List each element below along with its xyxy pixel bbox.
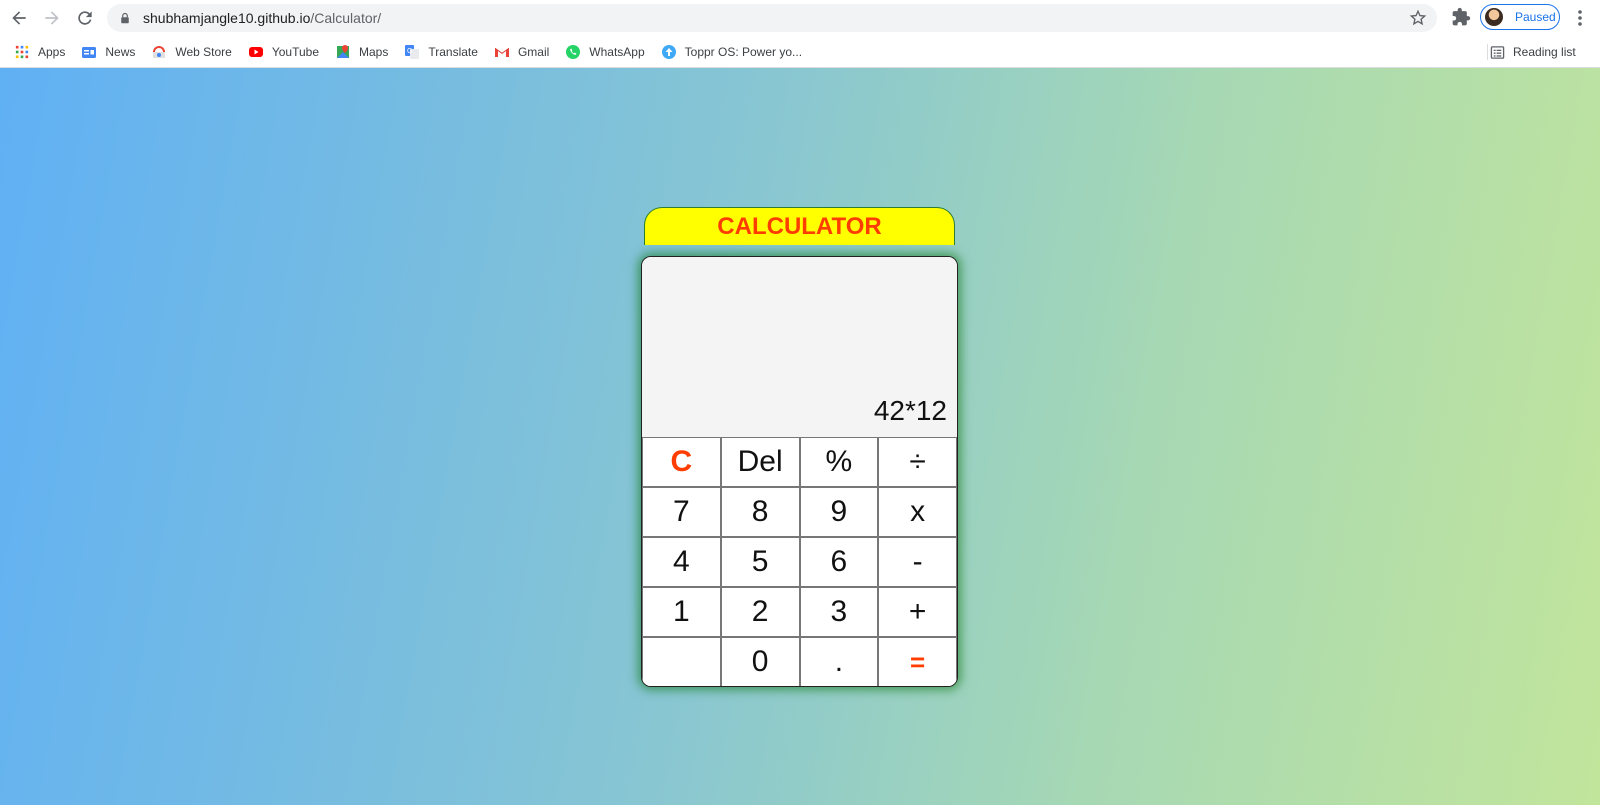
- bookmark-maps[interactable]: Maps: [329, 40, 394, 64]
- calculator-display: 42*12: [642, 257, 957, 437]
- divide-button[interactable]: ÷: [878, 437, 957, 487]
- reading-list-label: Reading list: [1513, 45, 1576, 59]
- subtract-button[interactable]: -: [878, 537, 957, 587]
- reload-icon: [78, 11, 92, 25]
- bookmark-apps[interactable]: Apps: [8, 40, 71, 64]
- bookmark-news[interactable]: News: [75, 40, 141, 64]
- percent-button[interactable]: %: [799, 437, 879, 487]
- browser-toolbar: shubhamjangle10.github.io/Calculator/ Pa…: [0, 0, 1600, 36]
- lock-icon: [119, 11, 133, 25]
- svg-text:G: G: [407, 48, 412, 55]
- calculator-title: CALCULATOR: [644, 207, 955, 245]
- bookmarks-bar: Apps News Web Store YouTube Maps G Trans…: [0, 36, 1600, 68]
- bookmark-label: YouTube: [271, 44, 320, 59]
- google-news-icon: [81, 44, 97, 60]
- keypad: C Del % ÷ 7 8 9 x 4 5 6 - 1 2 3 + 0 . =: [642, 437, 957, 686]
- add-button[interactable]: +: [878, 587, 957, 637]
- web-store-icon: [151, 44, 167, 60]
- digit-8-button[interactable]: 8: [720, 487, 800, 537]
- bookmark-label: Apps: [38, 44, 66, 59]
- whatsapp-icon: [565, 44, 581, 60]
- forward-arrow-icon: [45, 11, 59, 25]
- calculator-body: 42*12 C Del % ÷ 7 8 9 x 4 5 6 - 1 2 3 + …: [641, 256, 958, 687]
- apps-grid-icon: [14, 44, 30, 60]
- reload-button[interactable]: [71, 4, 99, 32]
- url-text: shubhamjangle10.github.io/Calculator/: [143, 10, 381, 26]
- maps-icon: [335, 44, 351, 60]
- bookmark-label: News: [105, 44, 136, 59]
- digit-9-button[interactable]: 9: [799, 487, 879, 537]
- profile-button[interactable]: Paused: [1480, 4, 1560, 30]
- reading-list-button[interactable]: Reading list: [1490, 40, 1576, 64]
- forward-button[interactable]: [38, 4, 66, 32]
- bookmark-label: WhatsApp: [589, 44, 645, 59]
- address-bar[interactable]: shubhamjangle10.github.io/Calculator/: [107, 4, 1437, 32]
- avatar: [1485, 8, 1503, 26]
- bookmark-label: Web Store: [175, 44, 232, 59]
- clear-button[interactable]: C: [642, 437, 721, 487]
- bookmark-web-store[interactable]: Web Store: [145, 40, 237, 64]
- bookmark-label: Toppr OS: Power yo...: [684, 44, 803, 59]
- bookmark-label: Maps: [359, 44, 389, 59]
- multiply-button[interactable]: x: [878, 487, 957, 537]
- extensions-puzzle-icon[interactable]: [1451, 7, 1471, 27]
- digit-5-button[interactable]: 5: [720, 537, 800, 587]
- profile-status: Paused: [1515, 10, 1556, 24]
- digit-0-button[interactable]: 0: [720, 637, 800, 686]
- blank-key[interactable]: [642, 637, 721, 686]
- url-path: /Calculator/: [310, 10, 382, 26]
- bookmark-translate[interactable]: G Translate: [398, 40, 484, 64]
- url-host: shubhamjangle10.github.io: [143, 10, 311, 26]
- display-value: 42*12: [873, 395, 947, 426]
- bookmarks-divider: [1487, 44, 1488, 60]
- reading-list-icon: [1490, 45, 1505, 60]
- bookmark-label: Translate: [428, 44, 478, 59]
- bookmark-star-icon[interactable]: [1409, 9, 1427, 27]
- translate-icon: G: [404, 44, 420, 60]
- digit-3-button[interactable]: 3: [799, 587, 879, 637]
- bookmark-toppr[interactable]: Toppr OS: Power yo...: [655, 40, 808, 64]
- digit-1-button[interactable]: 1: [642, 587, 721, 637]
- digit-6-button[interactable]: 6: [799, 537, 879, 587]
- bookmark-youtube[interactable]: YouTube: [242, 40, 325, 64]
- gmail-icon: [494, 44, 510, 60]
- youtube-icon: [248, 44, 264, 60]
- more-menu-icon[interactable]: [1572, 8, 1588, 28]
- digit-7-button[interactable]: 7: [642, 487, 721, 537]
- back-button[interactable]: [5, 4, 33, 32]
- digit-2-button[interactable]: 2: [720, 587, 800, 637]
- toppr-icon: [661, 44, 677, 60]
- bookmark-gmail[interactable]: Gmail: [488, 40, 555, 64]
- page-background: CALCULATOR 42*12 C Del % ÷ 7 8 9 x 4 5 6…: [0, 68, 1600, 805]
- decimal-button[interactable]: .: [799, 637, 879, 686]
- bookmark-whatsapp[interactable]: WhatsApp: [559, 40, 650, 64]
- bookmark-label: Gmail: [517, 44, 550, 59]
- delete-button[interactable]: Del: [720, 437, 800, 487]
- equals-button[interactable]: =: [878, 637, 957, 686]
- back-arrow-icon: [12, 11, 26, 25]
- digit-4-button[interactable]: 4: [642, 537, 721, 587]
